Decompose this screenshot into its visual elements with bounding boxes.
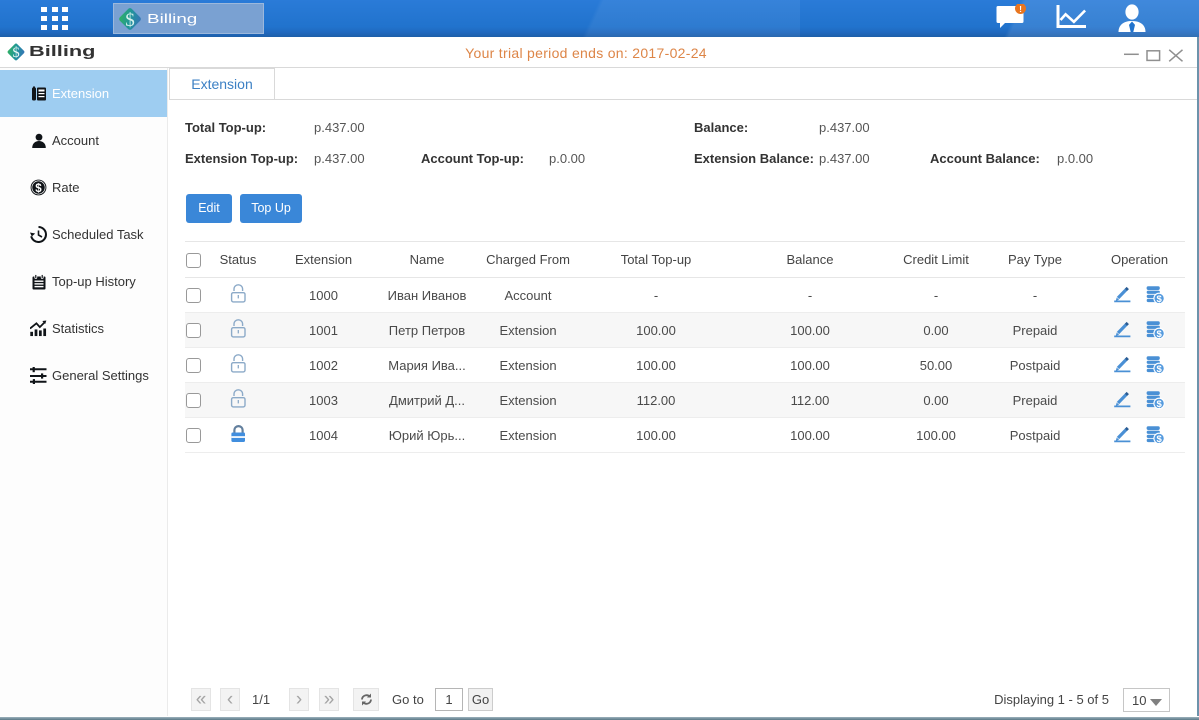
svg-text:$: $ [1156,399,1162,410]
svg-text:$: $ [35,183,42,195]
svg-text:$: $ [1156,434,1162,445]
svg-text:!: ! [1019,4,1022,14]
svg-text:$: $ [1156,364,1162,375]
svg-text:$: $ [1156,294,1162,305]
svg-text:$: $ [125,9,135,30]
svg-text:$: $ [1156,329,1162,340]
